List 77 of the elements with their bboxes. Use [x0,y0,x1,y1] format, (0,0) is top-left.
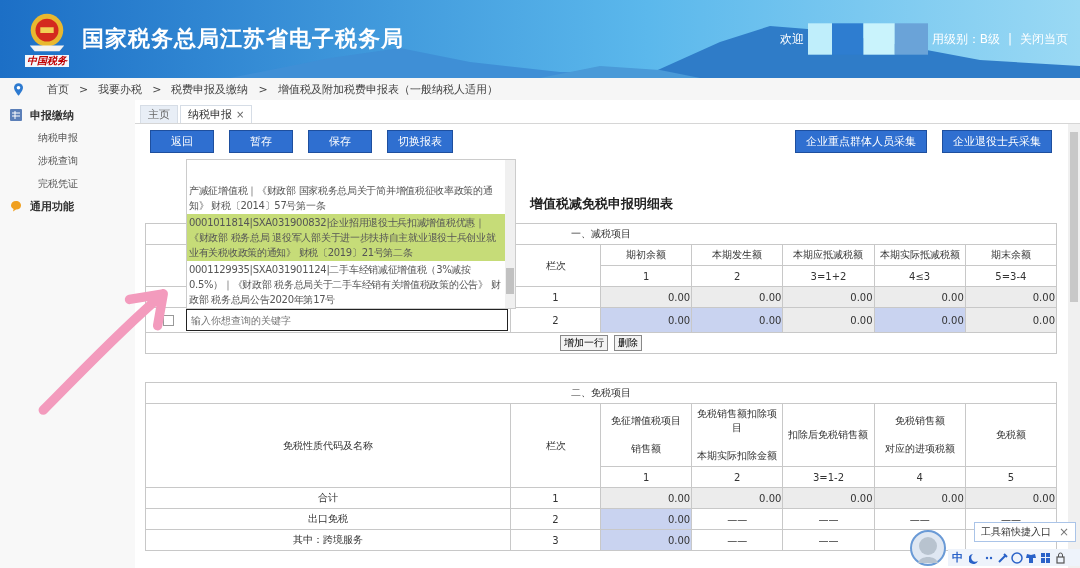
breadcrumb-separator: > [152,82,162,96]
column-header: 免税性质代码及名称 [145,403,511,488]
column-header: 本期发生额 [691,244,783,266]
scrollbar[interactable] [1068,124,1080,568]
column-number: 4 [874,466,966,488]
column-number: 5=3-4 [965,265,1057,287]
tab-close-button[interactable]: × [236,109,245,120]
table-cell: 其中：跨境服务 [145,529,511,551]
chat-bubble-icon [10,200,22,212]
column-header: 本期应抵减税额 [782,244,875,266]
site-title: 国家税务总局江苏省电子税务局 [82,25,404,53]
column-number: 3=1+2 [782,265,875,287]
breadcrumb-link[interactable]: 增值税及附加税费申报表（一般纳税人适用） [277,81,498,97]
column-header: 免征增值税项目 销售额 [610,414,683,456]
column-header: 期末余额 [965,244,1057,266]
row-action-button[interactable]: 删除 [614,335,642,351]
welcome-text: 欢迎 [779,30,804,48]
tab[interactable]: 纳税申报 × [180,105,253,123]
dropdown-option[interactable]: 0001011814|SXA031900832|企业招用退役士兵扣减增值税优惠｜《财政部 税务总局 退役军人部关于进一步扶持自主就业退役士兵创业就业有关税收政策的通知》 财税〔2019〕21号第二条 [187,214,505,261]
dropdown-option[interactable]: 0001129935|SXA031901124|二手车经销减征增值税（3%减按0.5%）｜《财政部 税务总局关于二手车经销有关增值税政策的公告》 财政部 税务总局公告2020年第17号 [187,261,505,308]
table-cell: 出口免税 [145,508,511,530]
form-title: 增值税减免税申报明细表 [529,195,673,213]
toolbar-button[interactable]: 返回 [150,130,214,153]
dropdown-option[interactable]: 产减征增值税｜《财政部 国家税务总局关于简并增值税征收率政策的通知》 财税〔2014〕57号第一条 [187,182,505,214]
grid-icon [10,109,22,121]
table-cell: 0.00 [965,307,1057,333]
column-header: 免税额 [994,428,1027,442]
input-cell[interactable]: 0.00 [691,307,783,333]
toolbar-button[interactable]: 企业重点群体人员采集 [795,130,927,153]
column-number: 2 [691,265,783,287]
column-number: 4≤3 [874,265,966,287]
sidebar-item[interactable]: 完税凭证 [0,172,135,195]
row-action-button[interactable]: 增加一行 [560,335,608,351]
toolbar-button[interactable]: 保存 [308,130,372,153]
search-field[interactable]: 输入你想查询的关键字 [186,309,508,331]
sidebar-item[interactable]: 涉税查询 [0,149,135,172]
breadcrumb-link[interactable]: 我要办税 [98,81,143,97]
avatar-icon[interactable] [910,530,946,566]
table-cell: 2 [510,307,601,333]
column-number: 5 [965,466,1057,488]
table-cell: 合计 [145,487,511,509]
separator: | [1007,32,1012,46]
column-header: 栏次 [510,403,601,488]
sidebar-item[interactable]: 纳税申报 [0,126,135,149]
column-number: 2 [691,466,783,488]
row-checkbox[interactable] [163,314,174,326]
breadcrumb-link[interactable]: 税费申报及缴纳 [171,81,249,97]
column-header: 免税销售额 对应的进项税额 [883,414,956,456]
breadcrumb-separator: > [79,82,89,96]
breadcrumb-link[interactable]: 首页 [47,81,69,97]
close-button[interactable]: × [1058,525,1069,539]
toolbar-button[interactable]: 切换报表 [387,130,453,153]
ime-mode[interactable]: 中 [952,550,963,565]
column-header: 扣除后免税销售额 [787,428,870,442]
column-header: 免税销售额扣除项目 本期实际扣除金额 [696,407,779,463]
credit-level: 用级别：B级 [931,30,1000,48]
input-cell[interactable]: 0.00 [600,307,692,333]
location-pin-icon [14,82,23,96]
table-cell: 3 [510,529,601,551]
toolbar-button[interactable]: 企业退役士兵采集 [942,130,1052,153]
section-heading: 二、免税项目 [145,382,1057,404]
column-header: 本期实际抵减税额 [874,244,966,266]
column-number: 3=1-2 [782,466,875,488]
scrollbar[interactable] [505,160,515,308]
tab[interactable]: 主页 [140,105,178,123]
logo-text: 中国税务 [25,55,69,67]
column-header: 期初余额 [600,244,692,266]
breadcrumb-separator: > [258,82,268,96]
toolbar-button[interactable]: 暂存 [229,130,293,153]
table-cell: 1 [510,487,601,509]
table-cell: 2 [510,508,601,530]
column-number: 1 [600,466,692,488]
sidebar-group[interactable]: 申报缴纳 [0,104,135,126]
sidebar-group[interactable]: 通用功能 [0,195,135,217]
table-cell: 0.00 [782,307,875,333]
input-cell[interactable]: 0.00 [874,307,966,333]
column-number: 1 [600,265,692,287]
